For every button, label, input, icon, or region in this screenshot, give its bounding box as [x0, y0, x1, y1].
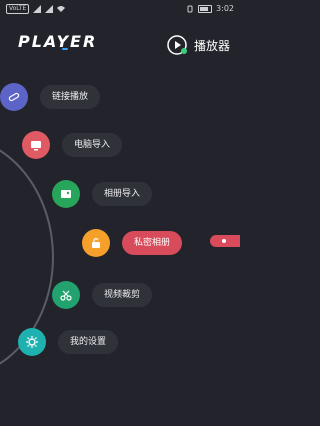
menu-label: 我的设置	[58, 330, 119, 354]
link-icon	[8, 92, 20, 102]
scissors-icon	[60, 290, 72, 301]
menu-label: 私密相册	[122, 231, 183, 255]
signal-icon	[33, 5, 42, 13]
lock-icon	[92, 237, 100, 248]
app-screen: VoLTE 3:02 PLAYER 播放器 链接播放 电脑导入 相册导入 私密相…	[0, 0, 240, 426]
player-label: 播放器	[193, 38, 230, 53]
computer-icon	[31, 141, 41, 151]
status-bar: VoLTE 3:02	[0, 0, 240, 18]
album-icon-circle	[52, 180, 80, 208]
menu-label: 链接播放	[40, 85, 101, 109]
menu-item-pc-import[interactable]: 电脑导入	[22, 131, 123, 159]
vibrate-icon	[187, 5, 193, 12]
side-handle-dot	[222, 239, 226, 243]
gear-icon	[26, 336, 38, 348]
link-icon-circle	[0, 83, 28, 111]
player-button[interactable]: 播放器	[166, 34, 230, 56]
wifi-icon	[57, 6, 66, 12]
menu-label: 电脑导入	[62, 133, 123, 157]
scissors-icon-circle	[52, 281, 80, 309]
status-right: 3:02	[186, 4, 234, 13]
side-handle[interactable]	[210, 235, 240, 247]
album-icon	[61, 190, 71, 198]
menu-item-album-import[interactable]: 相册导入	[52, 180, 153, 208]
menu-item-private-album[interactable]: 私密相册	[82, 229, 183, 257]
brand-accent	[62, 48, 68, 50]
menu-label: 视频裁剪	[92, 283, 153, 307]
menu-label: 相册导入	[92, 182, 153, 206]
volte-badge: VoLTE	[6, 4, 30, 14]
gear-icon-circle	[18, 328, 46, 356]
status-time: 3:02	[216, 4, 234, 13]
computer-icon-circle	[22, 131, 50, 159]
battery-icon	[198, 4, 213, 13]
status-left: VoLTE	[6, 4, 66, 14]
signal-icon-2	[45, 5, 54, 13]
menu-item-settings[interactable]: 我的设置	[18, 328, 119, 356]
menu-item-video-crop[interactable]: 视频裁剪	[52, 281, 153, 309]
player-icon	[167, 35, 187, 55]
menu-item-link-play[interactable]: 链接播放	[0, 83, 101, 111]
lock-icon-circle	[82, 229, 110, 257]
brand-logo: PLAYER	[18, 32, 98, 51]
